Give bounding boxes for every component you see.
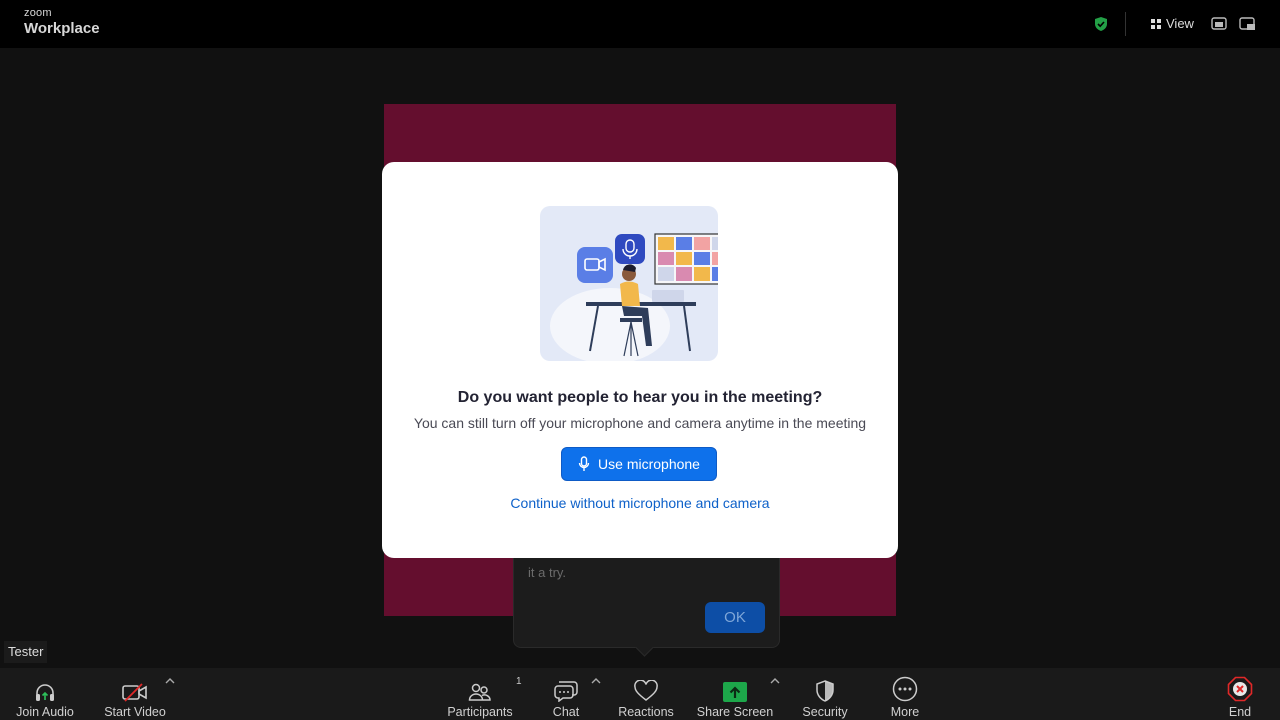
use-microphone-button[interactable]: Use microphone <box>561 447 717 481</box>
chat-options-caret-icon[interactable] <box>590 676 602 686</box>
more-icon <box>892 676 918 702</box>
reactions-button[interactable]: Reactions <box>614 668 678 720</box>
more-button[interactable]: More <box>884 668 926 720</box>
join-audio-button[interactable]: Join Audio <box>12 668 78 720</box>
share-screen-icon <box>723 682 747 702</box>
chat-icon <box>554 681 578 702</box>
share-screen-label: Share Screen <box>696 705 774 719</box>
security-shield-icon <box>816 680 834 702</box>
end-label: End <box>1228 705 1252 719</box>
tooltip-ok-button[interactable]: OK <box>705 602 765 633</box>
end-icon <box>1227 676 1253 702</box>
grid-view-icon <box>1151 18 1161 29</box>
picture-in-picture-icon[interactable] <box>1211 16 1229 32</box>
heart-icon <box>634 680 658 701</box>
start-video-label: Start Video <box>104 705 166 719</box>
participants-count: 1 <box>516 676 522 687</box>
more-label: More <box>890 705 920 719</box>
continue-without-mic-link[interactable]: Continue without microphone and camera <box>382 495 898 511</box>
chat-button[interactable]: Chat <box>546 668 586 720</box>
start-video-button[interactable]: Start Video <box>100 668 170 720</box>
minimize-icon[interactable] <box>1239 16 1257 32</box>
participants-icon <box>468 683 491 701</box>
top-bar: zoom Workplace View <box>0 0 1280 48</box>
end-button[interactable]: End <box>1220 668 1260 720</box>
microphone-icon <box>578 456 590 471</box>
audio-permission-dialog: Do you want people to hear you in the me… <box>382 162 898 558</box>
share-screen-button[interactable]: Share Screen <box>694 668 776 720</box>
video-options-caret-icon[interactable] <box>164 676 176 686</box>
shield-check-icon[interactable] <box>1093 16 1109 32</box>
tooltip-arrow <box>635 638 654 657</box>
zoom-workplace-logo: zoom Workplace <box>24 7 100 37</box>
security-label: Security <box>802 705 848 719</box>
meeting-toolbar: Join Audio Start Video 1 Participants Ch… <box>0 668 1280 720</box>
reactions-label: Reactions <box>618 705 674 719</box>
join-audio-label: Join Audio <box>16 705 74 719</box>
security-button[interactable]: Security <box>796 668 854 720</box>
view-button[interactable]: View <box>1151 16 1194 31</box>
use-microphone-label: Use microphone <box>598 456 700 472</box>
logo-line-1: zoom <box>24 7 52 19</box>
view-label: View <box>1166 16 1194 31</box>
share-options-caret-icon[interactable] <box>769 676 781 686</box>
meeting-illustration <box>540 206 718 361</box>
video-off-icon <box>122 683 147 702</box>
logo-line-2: Workplace <box>24 20 100 37</box>
divider <box>1125 12 1126 36</box>
participants-label: Participants <box>447 705 513 719</box>
tooltip-text: it a try. <box>528 565 567 580</box>
chat-label: Chat <box>552 705 580 719</box>
participant-name-tag: Tester <box>4 641 48 663</box>
headphones-icon <box>36 684 54 701</box>
dialog-title: Do you want people to hear you in the me… <box>457 389 823 406</box>
dialog-subtitle: You can still turn off your microphone a… <box>413 415 867 431</box>
participants-button[interactable]: 1 Participants <box>444 668 521 720</box>
